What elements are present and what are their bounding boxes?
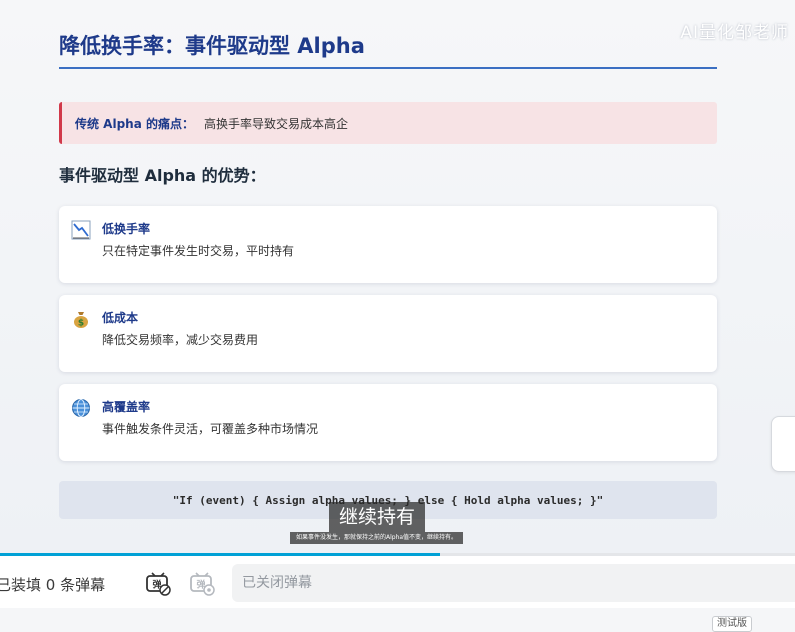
danmaku-count: 已装填 0 条弹幕 — [0, 576, 106, 594]
card-description: 只在特定事件发生时交易，平时持有 — [102, 244, 295, 258]
subtitle-secondary: 如果事件没发生，那就保持之前的Alpha值不变，继续持有。 — [290, 532, 464, 544]
danmaku-input[interactable]: 已关闭弹幕 — [232, 564, 795, 602]
pain-point-text: 高换手率导致交易成本高企 — [204, 116, 349, 131]
watermark: AI量化邹老师 — [680, 23, 789, 43]
globe-icon — [72, 399, 90, 417]
svg-text:$: $ — [78, 319, 84, 329]
card-description: 事件触发条件灵活，可覆盖多种市场情况 — [102, 422, 319, 436]
slide: AI量化邹老师 降低换手率：事件驱动型 Alpha 传统 Alpha 的痛点： … — [0, 0, 795, 555]
card-title: 高覆盖率 — [102, 400, 151, 414]
advantage-card-low-cost: $ 低成本 降低交易频率，减少交易费用 — [59, 295, 717, 372]
card-title: 低成本 — [102, 311, 139, 325]
advantage-card-low-turnover: 低换手率 只在特定事件发生时交易，平时持有 — [59, 206, 717, 283]
subtitle-main: 继续持有 — [329, 502, 426, 532]
pain-point-label: 传统 Alpha 的痛点： — [75, 116, 194, 131]
card-title: 低换手率 — [102, 222, 151, 236]
money-bag-icon: $ — [74, 312, 88, 329]
danmaku-bar: 已装填 0 条弹幕 弹 弹 已关闭弹幕 — [0, 556, 795, 608]
title-divider — [59, 67, 717, 69]
advantages-heading: 事件驱动型 Alpha 的优势： — [59, 166, 266, 185]
side-panel-handle[interactable] — [771, 416, 795, 472]
danmaku-toggle-icon[interactable]: 弹 — [145, 570, 171, 596]
pain-point-callout: 传统 Alpha 的痛点： 高换手率导致交易成本高企 — [59, 102, 717, 144]
slide-title: 降低换手率：事件驱动型 Alpha — [59, 34, 365, 58]
card-description: 降低交易频率，减少交易费用 — [102, 333, 259, 347]
danmaku-settings-icon[interactable]: 弹 — [189, 570, 215, 596]
chart-decreasing-icon — [71, 220, 91, 240]
advantage-card-high-coverage: 高覆盖率 事件触发条件灵活，可覆盖多种市场情况 — [59, 384, 717, 461]
